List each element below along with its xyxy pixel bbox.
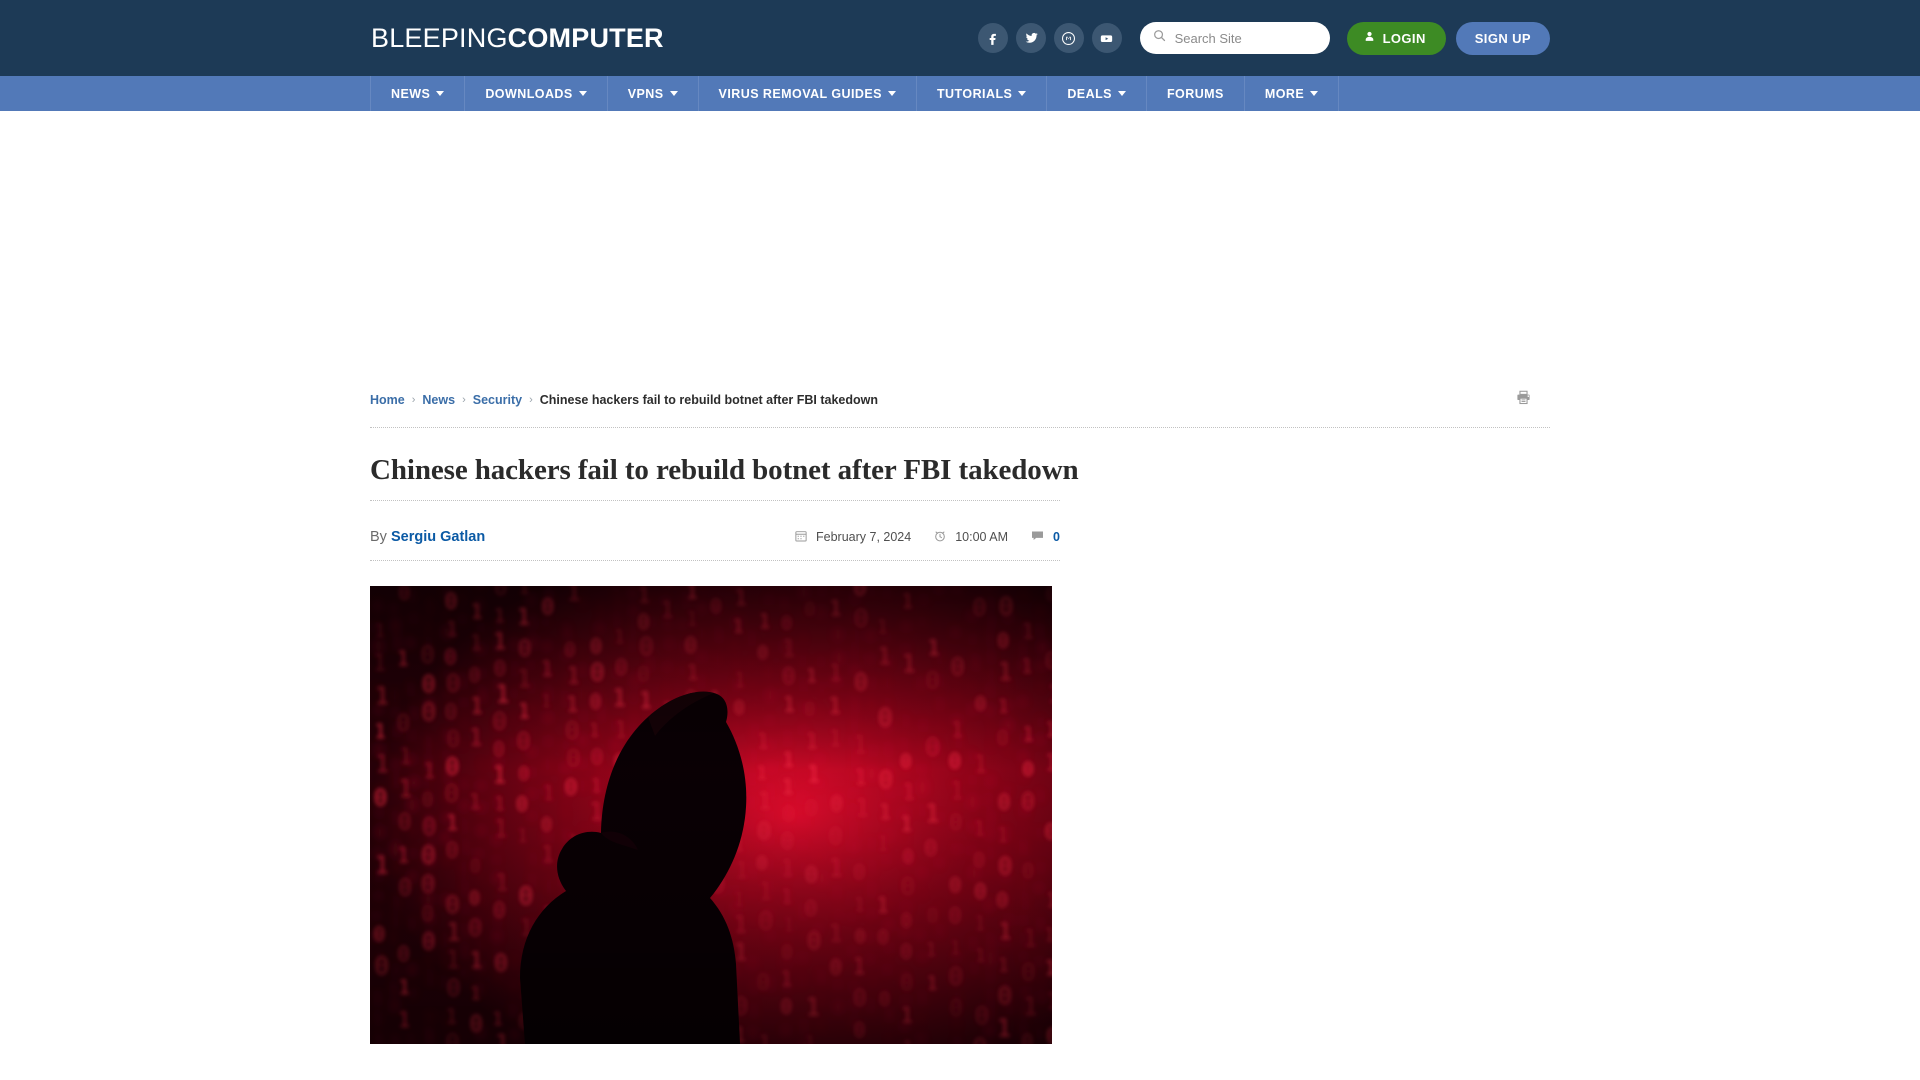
- breadcrumb-item-news[interactable]: News: [422, 393, 455, 407]
- signup-button[interactable]: SIGN UP: [1455, 21, 1550, 55]
- chevron-down-icon: [1117, 91, 1126, 96]
- search-box[interactable]: [1139, 22, 1330, 54]
- nav-item-downloads[interactable]: DOWNLOADS: [464, 76, 606, 111]
- nav-item-news[interactable]: NEWS: [370, 76, 464, 111]
- nav-item-label: DOWNLOADS: [485, 86, 573, 101]
- nav-item-more[interactable]: MORE: [1243, 76, 1340, 111]
- main-navigation: NEWS DOWNLOADS VPNS VIRUS REMOVAL GUIDES TUT…: [0, 76, 1920, 111]
- article-page: Home › News › Security › Chinese hackers fail …: [370, 386, 1550, 1044]
- breadcrumb-separator: ›: [462, 394, 466, 406]
- login-button-label: LOGIN: [1382, 30, 1426, 46]
- publish-time: 10:00 AM: [933, 529, 1008, 546]
- chevron-down-icon: [669, 91, 678, 96]
- title-divider: [370, 500, 1060, 501]
- publish-date: February 7, 2024: [794, 529, 911, 546]
- chevron-down-icon: [1310, 91, 1319, 96]
- article-meta-right: February 7, 2024 10:00 AM 0: [794, 528, 1060, 546]
- nav-item-deals[interactable]: DEALS: [1046, 76, 1146, 111]
- chevron-down-icon: [578, 91, 587, 96]
- breadcrumb-separator: ›: [411, 394, 416, 406]
- publish-date-label: February 7, 2024: [816, 530, 912, 544]
- nav-item-tutorials[interactable]: TUTORIALS: [915, 76, 1046, 111]
- nav-item-label: FORUMS: [1166, 86, 1224, 101]
- site-logo-bold: COMPUTER: [507, 22, 664, 53]
- comment-count[interactable]: 0: [1053, 530, 1060, 544]
- article-meta-row: By Sergiu Gatlan February 7, 2024 10:00 …: [370, 527, 1060, 547]
- breadcrumb: Home › News › Security › Chinese hackers fail …: [370, 393, 878, 407]
- hero-image-hooded-hacker: 0000100100010000111000110101110011110101…: [370, 586, 1052, 1044]
- nav-item-label: TUTORIALS: [936, 86, 1013, 101]
- calendar-icon: [794, 529, 808, 546]
- publish-time-label: 10:00 AM: [955, 530, 1009, 544]
- nav-item-label: DEALS: [1067, 86, 1112, 101]
- breadcrumb-item-home[interactable]: Home: [370, 393, 405, 407]
- chevron-down-icon: [887, 91, 896, 96]
- signup-button-label: SIGN UP: [1474, 30, 1531, 46]
- nav-item-label: MORE: [1264, 86, 1305, 101]
- chevron-down-icon: [436, 91, 445, 96]
- alarm-clock-icon: [933, 529, 947, 546]
- breadcrumb-item-current: Chinese hackers fail to rebuild botnet a…: [539, 393, 879, 407]
- site-logo[interactable]: BLEEPINGCOMPUTER: [371, 22, 664, 53]
- breadcrumb-item-security[interactable]: Security: [473, 393, 522, 407]
- comments-link[interactable]: 0: [1030, 528, 1060, 546]
- site-header: BLEEPINGCOMPUTER Search Site LOGIN SIGN …: [0, 0, 1920, 76]
- meta-divider: [370, 560, 1060, 561]
- facebook-icon[interactable]: [977, 23, 1008, 53]
- breadcrumb-separator: ›: [529, 394, 533, 406]
- user-icon: [1363, 30, 1376, 46]
- youtube-icon[interactable]: [1091, 23, 1122, 53]
- header-right-cluster: LOGIN SIGN UP: [977, 0, 1550, 76]
- print-icon[interactable]: [1515, 389, 1532, 411]
- comment-bubble-icon: [1030, 528, 1045, 546]
- nav-item-label: VPNS: [627, 86, 664, 101]
- social-links: [977, 23, 1122, 53]
- login-button[interactable]: LOGIN: [1346, 21, 1446, 55]
- search-input[interactable]: [1174, 30, 1318, 46]
- byline-prefix: By: [370, 529, 387, 545]
- chevron-down-icon: [1018, 91, 1027, 96]
- mastodon-icon[interactable]: [1053, 23, 1084, 53]
- nav-item-forums[interactable]: FORUMS: [1145, 76, 1244, 111]
- breadcrumb-row: Home › News › Security › Chinese hackers fail …: [370, 386, 1550, 414]
- site-logo-light: BLEEPING: [371, 22, 508, 53]
- author-link[interactable]: Sergiu Gatlan: [391, 529, 485, 545]
- search-icon: [1152, 28, 1167, 48]
- byline: By Sergiu Gatlan: [370, 529, 485, 545]
- advertisement-slot: [0, 111, 1920, 386]
- nav-item-virus-removal-guides[interactable]: VIRUS REMOVAL GUIDES: [697, 76, 916, 111]
- twitter-icon[interactable]: [1015, 23, 1046, 53]
- nav-item-vpns[interactable]: VPNS: [606, 76, 698, 111]
- breadcrumb-divider: [370, 427, 1550, 428]
- nav-item-label: VIRUS REMOVAL GUIDES: [718, 86, 882, 101]
- nav-item-label: NEWS: [391, 86, 431, 101]
- page-title: Chinese hackers fail to rebuild botnet a…: [370, 454, 1079, 486]
